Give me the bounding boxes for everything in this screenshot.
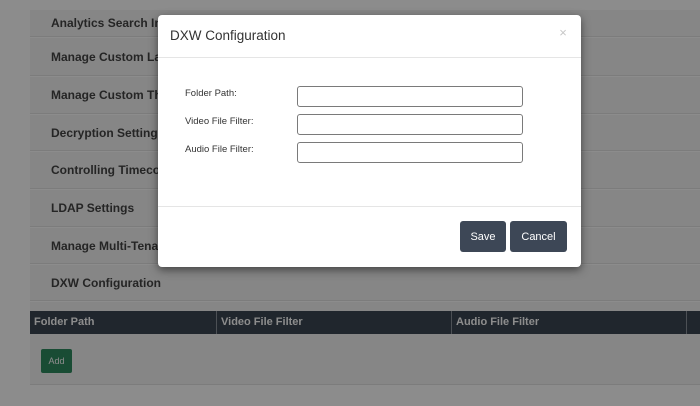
close-icon[interactable]: × — [556, 26, 570, 40]
audio-file-filter-input[interactable] — [297, 142, 523, 163]
audio-file-filter-label: Audio File Filter: — [185, 144, 254, 155]
modal-header: DXW Configuration × — [158, 15, 581, 58]
folder-path-label: Folder Path: — [185, 88, 237, 99]
cancel-button[interactable]: Cancel — [510, 221, 567, 252]
dxw-configuration-dialog: DXW Configuration × Folder Path: Video F… — [158, 15, 581, 267]
video-file-filter-input[interactable] — [297, 114, 523, 135]
modal-footer-divider — [158, 206, 581, 207]
folder-path-input[interactable] — [297, 86, 523, 107]
video-file-filter-label: Video File Filter: — [185, 116, 254, 127]
modal-title: DXW Configuration — [170, 28, 286, 43]
save-button[interactable]: Save — [460, 221, 506, 252]
